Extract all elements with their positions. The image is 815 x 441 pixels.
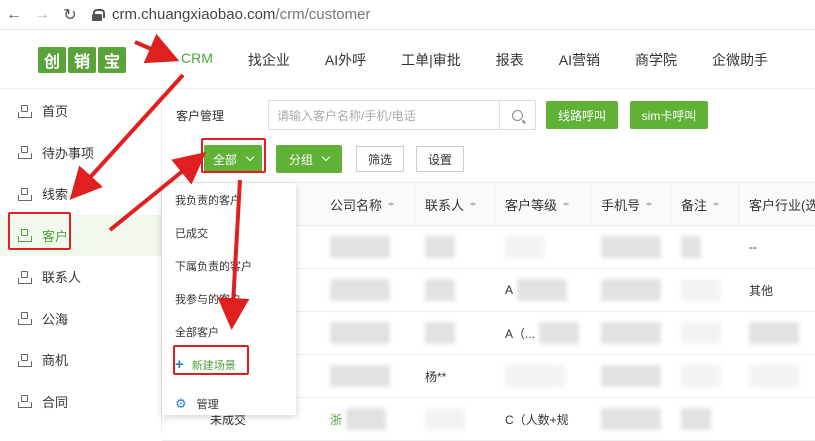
topnav-item-ai-marketing[interactable]: AI营销 — [559, 50, 600, 70]
forward-icon[interactable]: → — [28, 6, 56, 24]
topnav-item-ticket[interactable]: 工单|审批 — [401, 50, 461, 70]
sort-icon — [470, 199, 477, 209]
sidebar-item-public-pool[interactable]: 公海 — [0, 298, 161, 340]
topnav-item-reports[interactable]: 报表 — [496, 50, 524, 70]
module-icon — [18, 104, 32, 118]
group-dropdown-button[interactable]: 分组 — [276, 145, 342, 173]
module-icon — [18, 270, 32, 284]
top-navigation: 创 销 宝 CRM 找企业 AI外呼 工单|审批 报表 AI营销 商学院 企微助… — [0, 31, 815, 89]
search-button[interactable] — [500, 100, 536, 130]
sidebar-item-label: 联系人 — [42, 270, 82, 286]
sidebar-item-opportunities[interactable]: 商机 — [0, 339, 161, 381]
lock-icon — [92, 8, 105, 21]
chevron-down-icon — [321, 152, 331, 162]
sidebar: 首页 待办事项 线索 客户 联系人 公海 商机 合同 — [0, 90, 162, 434]
sidebar-item-home[interactable]: 首页 — [0, 90, 161, 132]
logo[interactable]: 创 销 宝 — [38, 46, 126, 73]
manage-button[interactable]: ⚙ 管理 — [162, 387, 296, 420]
module-icon — [18, 353, 32, 367]
logo-char: 宝 — [98, 46, 126, 73]
column-header[interactable]: 手机号 — [591, 183, 671, 225]
topnav-item-find-company[interactable]: 找企业 — [248, 50, 290, 70]
back-icon[interactable]: ← — [0, 6, 28, 24]
column-header[interactable]: 公司名称 — [320, 183, 415, 225]
module-icon — [18, 146, 32, 160]
topnav-item-crm[interactable]: CRM — [181, 50, 213, 70]
module-icon — [18, 312, 32, 326]
column-header[interactable]: 客户等级 — [495, 183, 591, 225]
topnav-item-academy[interactable]: 商学院 — [635, 50, 677, 70]
column-header[interactable]: 备注 — [671, 183, 739, 225]
scope-dropdown-menu: 我负责的客户 已成交 下属负责的客户 我参与的客户 全部客户 + 新建场景 ⚙ 管理 — [162, 183, 296, 415]
address-bar[interactable]: crm.chuangxiaobao.com/crm/customer — [92, 6, 370, 23]
sort-icon — [646, 199, 653, 209]
url-path: /crm/customer — [275, 6, 371, 23]
line-call-button[interactable]: 线路呼叫 — [546, 101, 618, 129]
sidebar-item-todo[interactable]: 待办事项 — [0, 132, 161, 174]
module-icon — [18, 187, 32, 201]
sidebar-item-label: 待办事项 — [42, 145, 95, 161]
page-title: 客户管理 — [176, 108, 225, 123]
sort-icon — [713, 199, 720, 209]
column-header[interactable]: 联系人 — [415, 183, 495, 225]
filter-button[interactable]: 筛选 — [356, 146, 404, 172]
scope-option-closed[interactable]: 已成交 — [162, 216, 296, 249]
settings-button[interactable]: 设置 — [416, 146, 464, 172]
sort-icon — [563, 199, 570, 209]
scope-option-my-customers[interactable]: 我负责的客户 — [162, 183, 296, 216]
scope-option-all[interactable]: 全部客户 — [162, 315, 296, 348]
scope-option-subordinate[interactable]: 下属负责的客户 — [162, 249, 296, 282]
sidebar-item-label: 公海 — [42, 311, 69, 327]
logo-char: 销 — [68, 46, 96, 73]
search-input[interactable]: 请输入客户名称/手机/电话 — [268, 100, 500, 130]
annotation-box-add-scene — [173, 345, 249, 375]
sidebar-item-label: 线索 — [42, 187, 69, 203]
sidebar-item-label: 首页 — [42, 104, 69, 120]
column-header[interactable]: 客户行业(选 — [739, 183, 815, 225]
group-label: 分组 — [288, 152, 313, 167]
module-icon — [18, 395, 32, 409]
sidebar-item-contacts[interactable]: 联系人 — [0, 256, 161, 298]
reload-icon[interactable]: ↻ — [56, 5, 84, 25]
sim-call-button[interactable]: sim卡呼叫 — [630, 101, 708, 129]
search-icon — [512, 109, 523, 121]
topnav-item-ai-call[interactable]: AI外呼 — [325, 50, 366, 70]
annotation-box-customers — [8, 212, 71, 250]
logo-char: 创 — [38, 46, 66, 73]
url-host: crm.chuangxiaobao.com — [112, 6, 276, 23]
sidebar-item-label: 合同 — [42, 394, 69, 410]
sidebar-item-contracts[interactable]: 合同 — [0, 381, 161, 423]
browser-bar: ← → ↻ crm.chuangxiaobao.com/crm/customer — [0, 0, 815, 30]
sidebar-item-label: 商机 — [42, 353, 69, 369]
topnav-item-wecom-assistant[interactable]: 企微助手 — [712, 50, 768, 70]
scope-option-participating[interactable]: 我参与的客户 — [162, 282, 296, 315]
sort-icon — [388, 199, 395, 209]
annotation-box-scope — [201, 138, 266, 173]
sidebar-item-leads[interactable]: 线索 — [0, 173, 161, 215]
gear-icon: ⚙ — [175, 395, 187, 411]
